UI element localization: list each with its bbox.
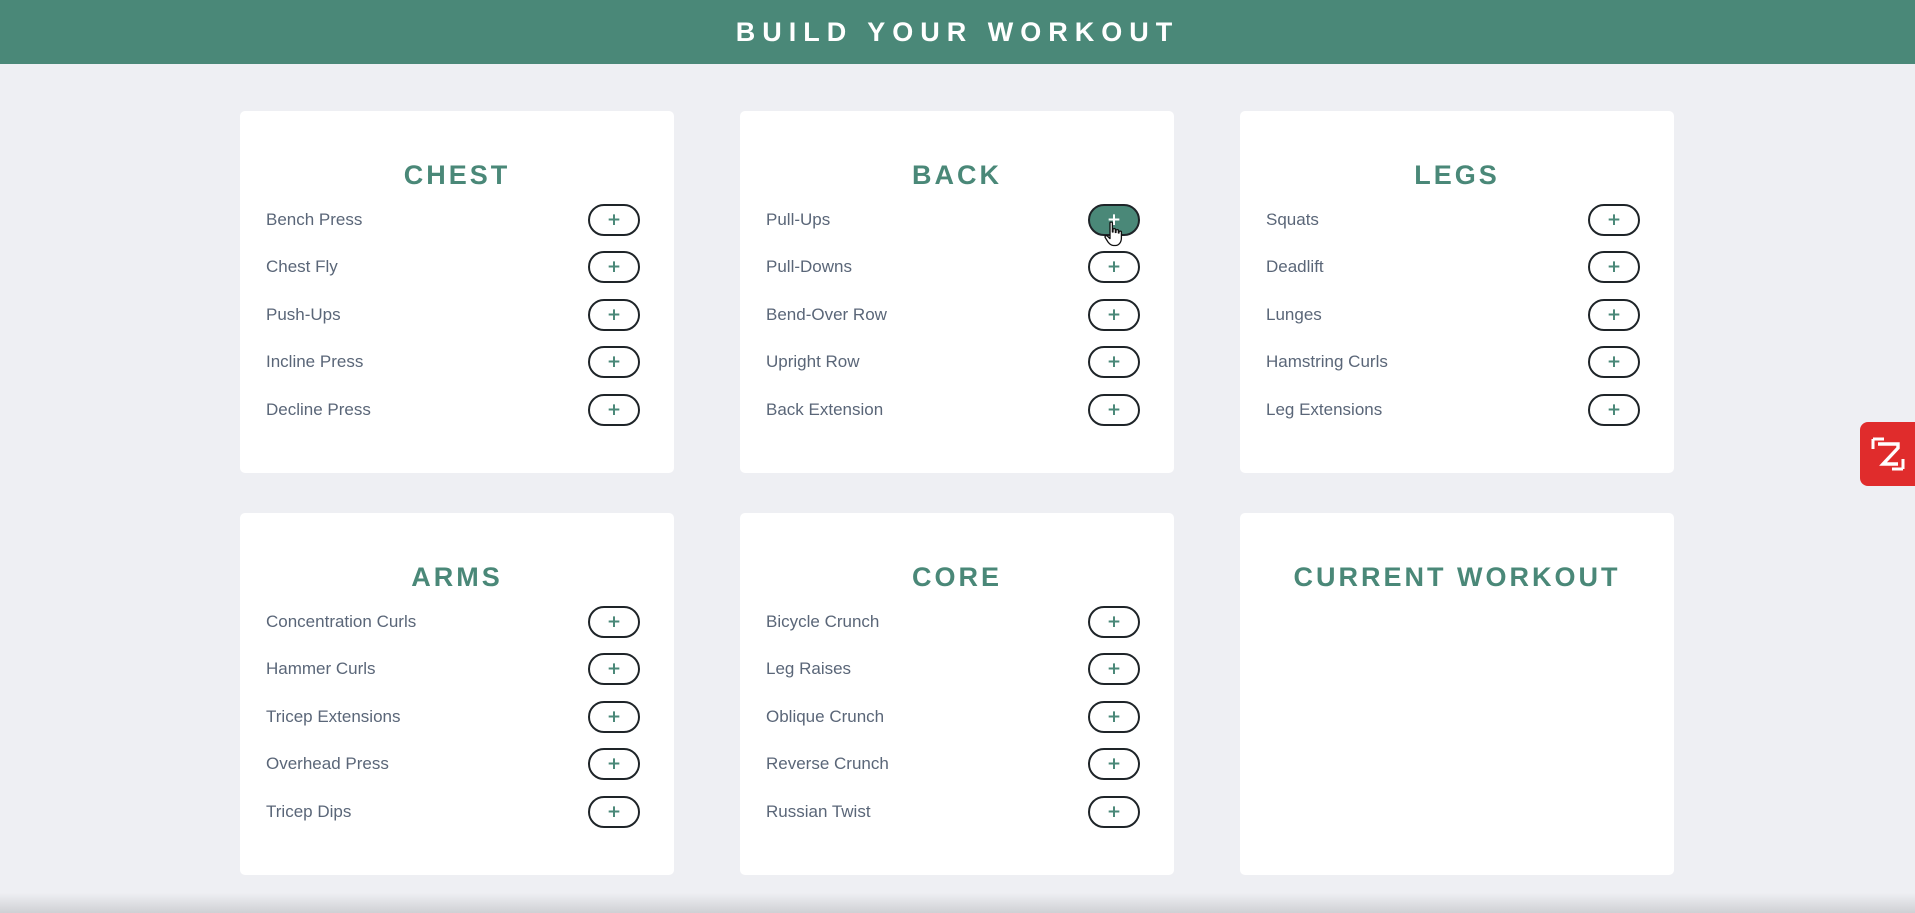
add-exercise-button[interactable]: + xyxy=(588,251,640,284)
app-header: BUILD YOUR WORKOUT xyxy=(0,0,1915,64)
exercise-row: Bend-Over Row + xyxy=(766,291,1148,339)
add-exercise-button[interactable]: + xyxy=(1588,203,1640,236)
exercise-row: Tricep Extensions + xyxy=(266,693,648,741)
card-current-workout: CURRENT WORKOUT xyxy=(1240,513,1674,875)
exercise-list: Bicycle Crunch + Leg Raises + Oblique Crun… xyxy=(766,598,1148,836)
exercise-row: Hamstring Curls + xyxy=(1266,339,1648,387)
exercise-name: Upright Row xyxy=(766,352,860,372)
add-exercise-button[interactable]: + xyxy=(1588,393,1640,426)
exercise-row: Leg Extensions + xyxy=(1266,386,1648,434)
zoho-logo-icon xyxy=(1871,437,1904,471)
add-exercise-button[interactable]: + xyxy=(588,605,640,638)
exercise-name: Concentration Curls xyxy=(266,611,417,631)
exercise-row: Pull-Downs + xyxy=(766,244,1148,292)
exercise-row: Chest Fly + xyxy=(266,244,648,292)
exercise-name: Pull-Downs xyxy=(766,257,852,277)
workout-grid: CHEST Bench Press + Chest Fly + Push-Ups + … xyxy=(240,111,1674,875)
card-title: BACK xyxy=(912,160,1002,190)
exercise-name: Back Extension xyxy=(766,399,884,419)
exercise-row: Hammer Curls + xyxy=(266,646,648,694)
exercise-name: Oblique Crunch xyxy=(766,706,885,726)
exercise-row: Back Extension + xyxy=(766,386,1148,434)
exercise-row: Squats + xyxy=(1266,196,1648,244)
exercise-name: Deadlift xyxy=(1266,257,1324,277)
card-back: BACK Pull-Ups + Pull-Downs + Bend-Over Row… xyxy=(740,111,1174,473)
exercise-name: Bend-Over Row xyxy=(766,304,887,324)
bottom-edge xyxy=(0,893,1915,913)
exercise-name: Leg Extensions xyxy=(1266,399,1383,419)
card-chest: CHEST Bench Press + Chest Fly + Push-Ups + … xyxy=(240,111,674,473)
zoho-widget-tab[interactable] xyxy=(1860,422,1915,486)
exercise-name: Tricep Dips xyxy=(266,801,352,821)
exercise-name: Chest Fly xyxy=(266,257,338,277)
exercise-name: Incline Press xyxy=(266,352,364,372)
add-exercise-button[interactable]: + xyxy=(588,653,640,686)
exercise-name: Decline Press xyxy=(266,399,371,419)
add-exercise-button[interactable]: + xyxy=(588,393,640,426)
card-arms: ARMS Concentration Curls + Hammer Curls + … xyxy=(240,513,674,875)
exercise-list: Concentration Curls + Hammer Curls + Trice… xyxy=(266,598,648,836)
add-exercise-button[interactable]: + xyxy=(1088,748,1140,781)
add-exercise-button[interactable]: + xyxy=(1088,203,1140,236)
exercise-name: Squats xyxy=(1266,209,1319,229)
exercise-name: Russian Twist xyxy=(766,801,871,821)
exercise-list: Squats + Deadlift + Lunges + Hamstring Curl… xyxy=(1266,196,1648,434)
exercise-row: Overhead Press + xyxy=(266,741,648,789)
add-exercise-button[interactable]: + xyxy=(1088,605,1140,638)
add-exercise-button[interactable]: + xyxy=(1088,251,1140,284)
add-exercise-button[interactable]: + xyxy=(1088,653,1140,686)
exercise-name: Bicycle Crunch xyxy=(766,611,880,631)
add-exercise-button[interactable]: + xyxy=(588,795,640,828)
exercise-row: Push-Ups + xyxy=(266,291,648,339)
exercise-row: Russian Twist + xyxy=(766,788,1148,836)
add-exercise-button[interactable]: + xyxy=(1088,700,1140,733)
add-exercise-button[interactable]: + xyxy=(588,346,640,379)
exercise-name: Bench Press xyxy=(266,209,363,229)
exercise-name: Hamstring Curls xyxy=(1266,352,1388,372)
add-exercise-button[interactable]: + xyxy=(588,700,640,733)
exercise-row: Bench Press + xyxy=(266,196,648,244)
exercise-list: Bench Press + Chest Fly + Push-Ups + Inclin… xyxy=(266,196,648,434)
card-title: CORE xyxy=(911,562,1002,592)
exercise-row: Concentration Curls + xyxy=(266,598,648,646)
exercise-row: Oblique Crunch + xyxy=(766,693,1148,741)
exercise-name: Reverse Crunch xyxy=(766,754,889,774)
exercise-row: Bicycle Crunch + xyxy=(766,598,1148,646)
page-title: BUILD YOUR WORKOUT xyxy=(735,16,1180,47)
card-core: CORE Bicycle Crunch + Leg Raises + Oblique… xyxy=(740,513,1174,875)
exercise-row: Leg Raises + xyxy=(766,646,1148,694)
exercise-name: Overhead Press xyxy=(266,754,389,774)
exercise-row: Lunges + xyxy=(1266,291,1648,339)
exercise-row: Deadlift + xyxy=(1266,244,1648,292)
card-title: LEGS xyxy=(1414,160,1500,190)
add-exercise-button[interactable]: + xyxy=(1088,393,1140,426)
add-exercise-button[interactable]: + xyxy=(1588,346,1640,379)
card-title: ARMS xyxy=(411,562,503,592)
add-exercise-button[interactable]: + xyxy=(1088,346,1140,379)
exercise-row: Incline Press + xyxy=(266,339,648,387)
exercise-name: Lunges xyxy=(1266,304,1322,324)
exercise-name: Leg Raises xyxy=(766,659,852,679)
add-exercise-button[interactable]: + xyxy=(1088,298,1140,331)
exercise-name: Tricep Extensions xyxy=(266,706,401,726)
add-exercise-button[interactable]: + xyxy=(1588,298,1640,331)
add-exercise-button[interactable]: + xyxy=(588,203,640,236)
add-exercise-button[interactable]: + xyxy=(1088,795,1140,828)
exercise-list: Pull-Ups + Pull-Downs + Bend-Over Row + Upr… xyxy=(766,196,1148,434)
exercise-row: Upright Row + xyxy=(766,339,1148,387)
add-exercise-button[interactable]: + xyxy=(588,748,640,781)
card-title: CURRENT WORKOUT xyxy=(1293,562,1621,592)
exercise-name: Push-Ups xyxy=(266,304,341,324)
card-title: CHEST xyxy=(403,160,511,190)
exercise-row: Pull-Ups + xyxy=(766,196,1148,244)
add-exercise-button[interactable]: + xyxy=(1588,251,1640,284)
card-legs: LEGS Squats + Deadlift + Lunges + Hamstring… xyxy=(1240,111,1674,473)
exercise-name: Pull-Ups xyxy=(766,209,831,229)
add-exercise-button[interactable]: + xyxy=(588,298,640,331)
exercise-row: Reverse Crunch + xyxy=(766,741,1148,789)
exercise-row: Decline Press + xyxy=(266,386,648,434)
exercise-row: Tricep Dips + xyxy=(266,788,648,836)
exercise-name: Hammer Curls xyxy=(266,659,376,679)
